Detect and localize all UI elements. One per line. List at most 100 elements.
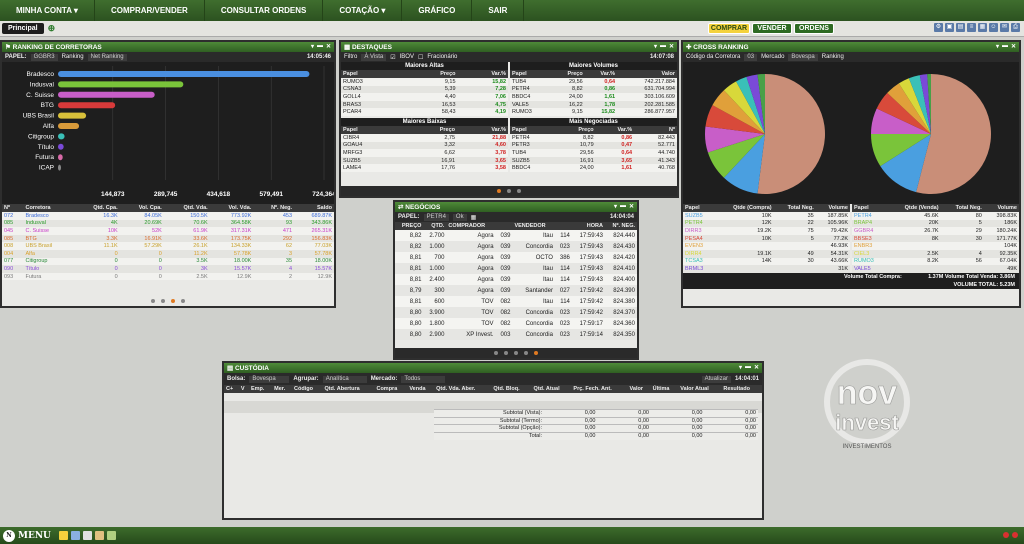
table-row[interactable]: ENBR3 104K (852, 242, 1019, 250)
page-dot[interactable] (534, 351, 538, 355)
minimize-icon[interactable]: ▬ (1002, 43, 1008, 50)
calendar-icon[interactable]: ▦ (978, 23, 987, 32)
column-header[interactable]: Código (292, 385, 323, 393)
table-row[interactable]: 093 Futura 0 0 2.5K 12.9K 2 12.9K (2, 272, 334, 281)
table-row[interactable]: 090 Título 0 0 3K 15.57K 4 15.57K (2, 265, 334, 273)
table-row[interactable]: BBSE3 8K 30 171.77K (852, 234, 1019, 243)
atualizar-button[interactable]: Atualizar (701, 375, 731, 383)
column-header[interactable]: Nº (2, 204, 24, 212)
column-header[interactable]: Var.% (595, 125, 635, 134)
settings-icon[interactable]: ⚙ (934, 23, 943, 32)
menu-icon[interactable]: ▾ (996, 43, 999, 50)
column-header[interactable]: Papel (683, 204, 715, 212)
chat-icon[interactable]: ✉ (1000, 23, 1009, 32)
page-dot[interactable] (497, 189, 501, 193)
column-header[interactable] (495, 222, 513, 230)
column-header[interactable]: Valor (627, 385, 651, 393)
table-row[interactable]: EVEN3 46.93K (683, 242, 850, 250)
table-row[interactable]: BBDC4 24,00 1,61 303.106.609 (510, 93, 677, 101)
table-row[interactable]: PETR3 10,79 0,47 52.771 (510, 141, 677, 150)
nav-item[interactable]: COMPRAR/VENDER (95, 0, 205, 21)
table-row[interactable]: SUZB5 16,91 3,65 (341, 156, 508, 165)
table-row[interactable]: 085 Indusval 4K 20.69K 70.6K 364.58K 93 343.86K (2, 219, 334, 228)
table-row[interactable]: DIRR3 19.2K 75 79.42K (683, 227, 850, 235)
menu-button[interactable]: N MENU (0, 529, 51, 542)
table-row[interactable]: BRAS3 16,53 4,75 (341, 100, 508, 109)
column-header[interactable]: Papel (341, 125, 405, 134)
list-icon[interactable]: ≡ (967, 23, 976, 32)
papel-input[interactable]: PETR4 (423, 213, 449, 221)
table-row[interactable]: RUMO3 8.2K 56 67.04K (852, 257, 1019, 266)
column-header[interactable]: Papel (852, 204, 887, 212)
user-icon[interactable]: ☺ (989, 23, 998, 32)
monitor-icon[interactable] (70, 531, 80, 540)
table-row[interactable]: RUMO3 9,15 15,82 (341, 78, 508, 86)
table-row[interactable]: CSNA3 5,39 7,28 (341, 85, 508, 94)
table-row[interactable]: 072 Bradesco 16.3K 84.05K 150.5K 773.92K 453 68… (2, 212, 334, 220)
close-icon[interactable]: ✕ (1011, 43, 1016, 50)
column-header[interactable]: Corretora (23, 204, 74, 212)
layout-icon[interactable]: ▤ (956, 23, 965, 32)
column-header[interactable]: Vol. Cpa. (119, 204, 164, 212)
close-icon[interactable]: ✕ (669, 43, 674, 50)
column-header[interactable]: Var.% (457, 70, 508, 78)
column-header[interactable]: Venda (407, 385, 435, 393)
page-dot[interactable] (514, 351, 518, 355)
close-icon[interactable]: ✕ (629, 203, 634, 210)
column-header[interactable]: Mer. (272, 385, 293, 393)
table-row[interactable]: PESA4 10K 5 77.2K (683, 234, 850, 243)
mercado-select[interactable]: Bovespa (788, 53, 818, 61)
table-row[interactable]: DIRR4 19.1K 49 54.31K (683, 249, 850, 258)
column-header[interactable]: Preço (404, 125, 458, 134)
ok-button[interactable]: Ok (452, 213, 467, 221)
column-header[interactable]: Var.% (457, 125, 508, 134)
column-header[interactable]: Papel (341, 70, 406, 78)
note-icon[interactable] (82, 531, 92, 540)
table-row[interactable]: SUZB5 16,91 3,65 41.343 (510, 156, 677, 165)
column-header[interactable]: Qtde (Compra) (714, 204, 774, 212)
ordens-button[interactable]: ORDENS (794, 23, 834, 34)
minimize-icon[interactable]: ▬ (317, 43, 323, 50)
column-header[interactable]: Preço (555, 125, 596, 134)
table-row[interactable]: VALE5 16,22 1,78 202.281.585 (510, 100, 677, 109)
table-row[interactable]: SUZB5 10K 35 187.85K (683, 212, 850, 220)
column-header[interactable]: HORA (571, 222, 605, 230)
column-header[interactable]: Qtd. Bloq. (491, 385, 532, 393)
column-header[interactable]: Volume (983, 204, 1019, 212)
column-header[interactable]: V (238, 385, 249, 393)
column-header[interactable]: Resultado (721, 385, 762, 393)
papel-input[interactable]: GGBR3 (30, 53, 58, 61)
box-icon[interactable] (94, 531, 104, 540)
table-row[interactable]: MRFG3 6,62 3,78 (341, 149, 508, 157)
table-row[interactable]: CIEL3 2.5K 4 92.35K (852, 249, 1019, 258)
page-dot[interactable] (524, 351, 528, 355)
table-row[interactable]: CIBR4 2,75 21,88 (341, 133, 508, 142)
column-header[interactable]: VENDEDOR (512, 222, 555, 230)
minimize-icon[interactable]: ▬ (745, 364, 751, 371)
page-dot[interactable] (161, 299, 165, 303)
column-header[interactable]: Total Neg. (940, 204, 984, 212)
table-row[interactable]: TUB4 29,56 0,64 742.217.884 (510, 78, 677, 86)
table-row[interactable]: PETR4 45.6K 80 398.83K (852, 212, 1019, 220)
table-row[interactable]: LAME4 17,76 3,58 (341, 164, 508, 172)
table-row[interactable]: BRAP4 20K 5 186K (852, 219, 1019, 228)
menu-icon[interactable]: ▾ (311, 43, 314, 50)
codigo-input[interactable]: 03 (744, 53, 758, 61)
table-row[interactable]: GGBR4 26.7K 29 180.24K (852, 227, 1019, 235)
fracionario-checkbox[interactable]: ☐ (418, 54, 423, 61)
column-header[interactable]: Qtd. Atual (531, 385, 572, 393)
ranking-select[interactable]: Net Ranking (87, 53, 127, 61)
table-row[interactable]: 8,82 2.700 Agora 039 Itau 114 17:59:43 824.440 (395, 230, 637, 241)
print-icon[interactable]: ⎙ (1011, 23, 1020, 32)
column-header[interactable]: Nº (634, 125, 677, 134)
table-row[interactable]: 077 Citigroup 0 0 3.5K 18.00K 35 18.00K (2, 257, 334, 266)
table-row[interactable]: PETR4 8,82 0,86 82.443 (510, 133, 677, 142)
menu-icon[interactable]: ▾ (739, 364, 742, 371)
nav-item[interactable]: SAIR (472, 0, 525, 21)
column-header[interactable]: Qtd. Vda. Aber. (434, 385, 492, 393)
nav-item[interactable]: MINHA CONTA ▾ (0, 0, 95, 21)
table-row[interactable]: 085 BTG 3.3K 16.91K 33.6K 173.75K 292 156.83K (2, 234, 334, 243)
nav-item[interactable]: COTAÇÃO ▾ (323, 0, 403, 21)
table-row[interactable]: 008 UBS Brasil 11.1K 57.29K 26.1K 134.33K 62 77… (2, 242, 334, 250)
table-row[interactable]: BBDC4 24,00 1,61 40.768 (510, 164, 677, 172)
